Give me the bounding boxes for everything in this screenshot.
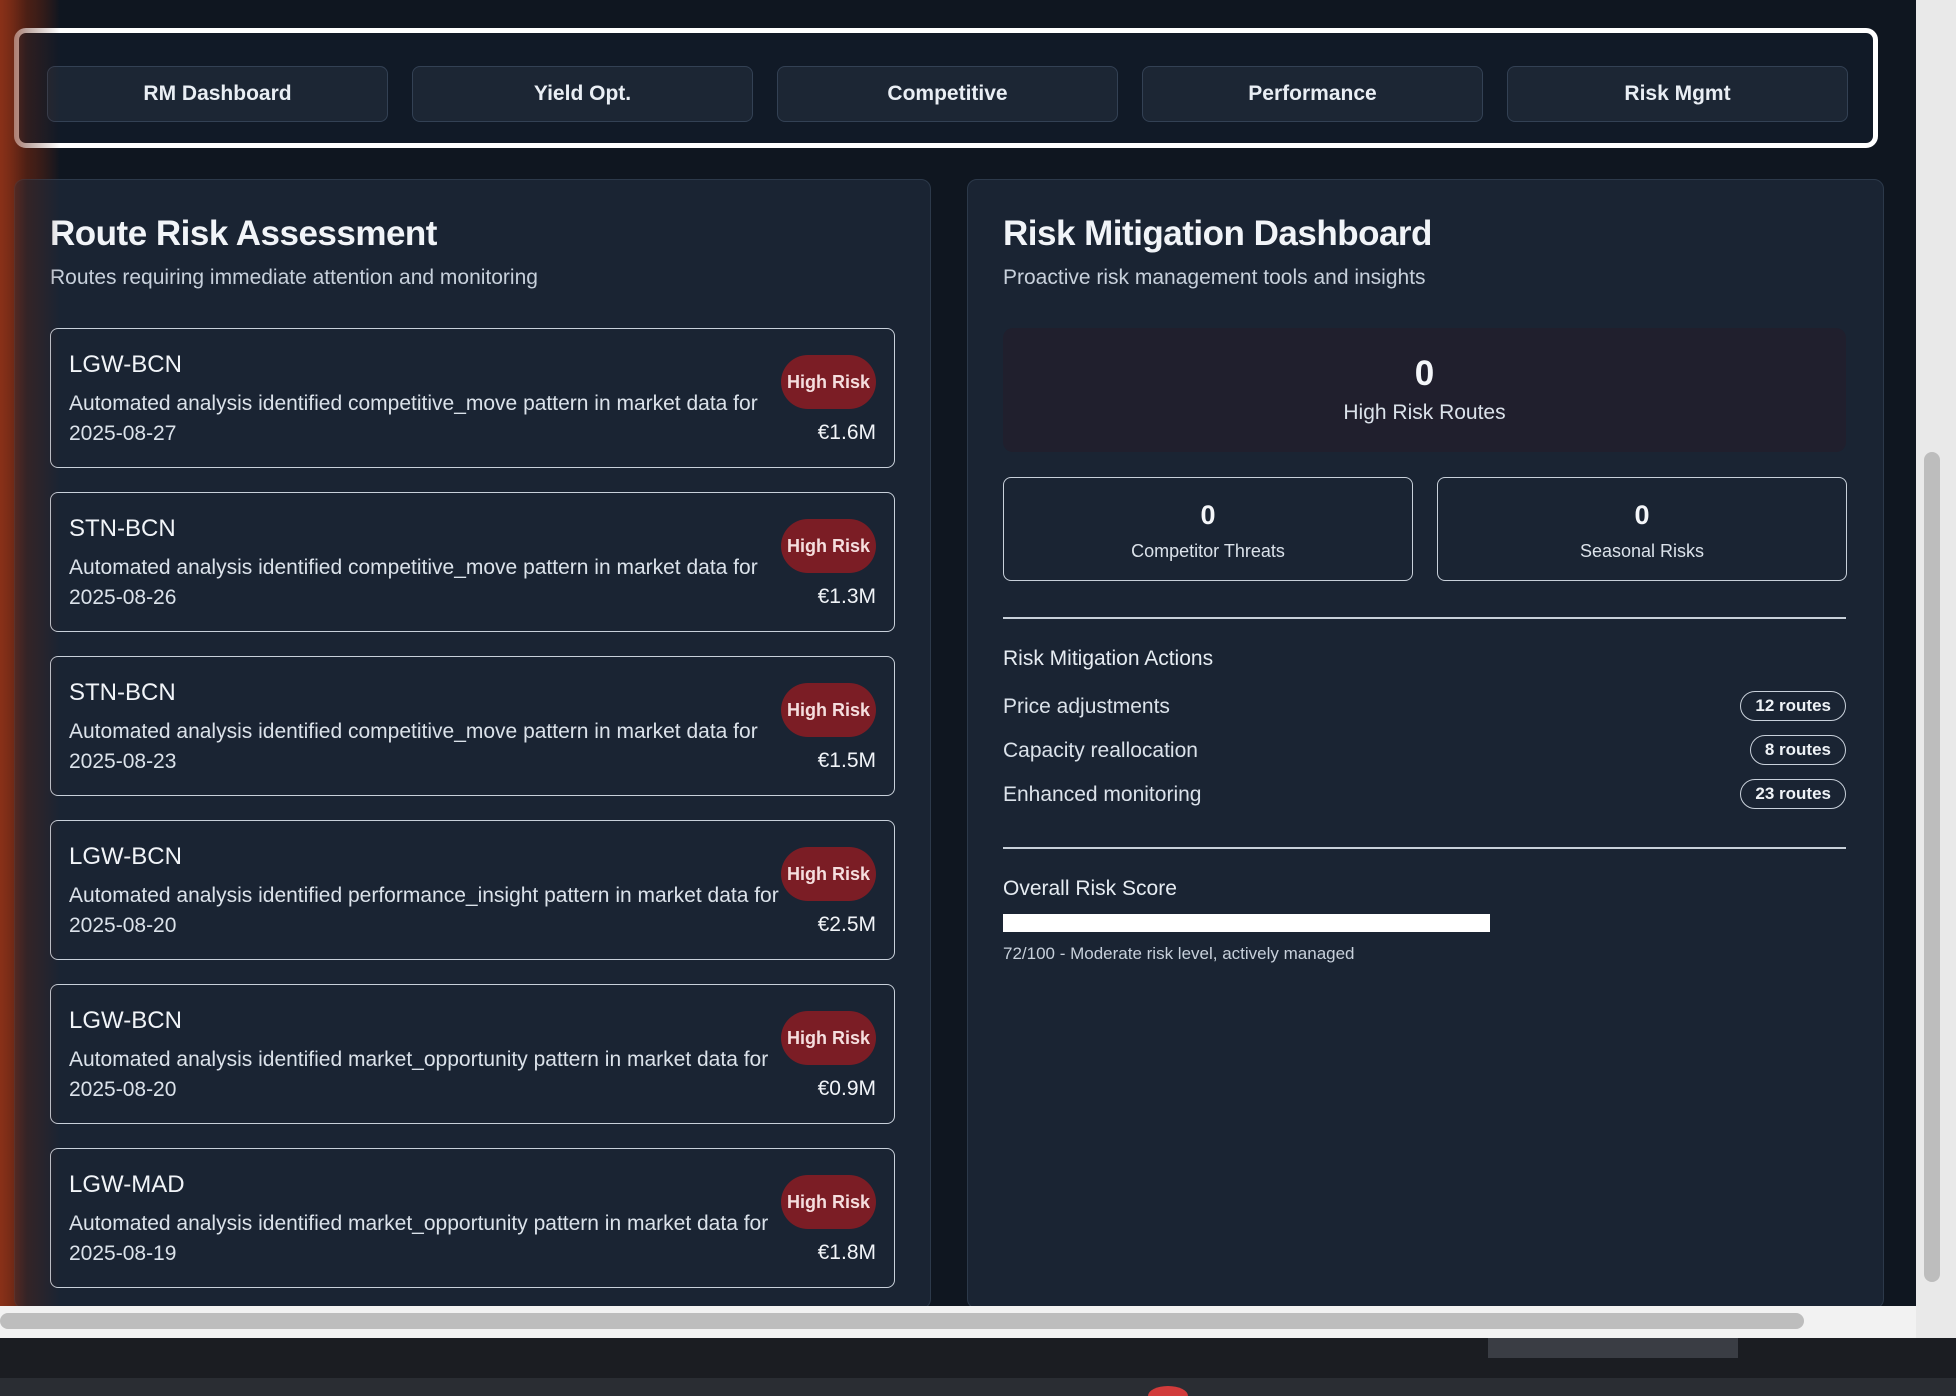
risk-score-fill [1003,914,1491,932]
route-code: LGW-BCN [69,1007,182,1034]
risk-card[interactable]: LGW-BCN Automated analysis identified ma… [50,984,895,1124]
high-risk-badge: High Risk [781,847,876,901]
high-risk-badge: High Risk [781,683,876,737]
tab-risk-mgmt[interactable]: Risk Mgmt [1507,66,1848,122]
risk-description: Automated analysis identified competitiv… [69,720,758,773]
tab-competitive[interactable]: Competitive [777,66,1118,122]
action-label: Enhanced monitoring [1003,783,1202,806]
high-risk-badge: High Risk [781,1011,876,1065]
risk-description: Automated analysis identified competitiv… [69,556,758,609]
risk-card[interactable]: LGW-BCN Automated analysis identified pe… [50,820,895,960]
tab-performance[interactable]: Performance [1142,66,1483,122]
competitor-threats-stat: 0 Competitor Threats [1003,477,1413,581]
revenue-at-risk: €1.6M [817,421,876,444]
competitor-threats-label: Competitor Threats [1131,541,1285,561]
background-window [1488,1338,1738,1358]
risk-card[interactable]: LGW-MAD Automated analysis identified ma… [50,1148,895,1288]
risk-description: Automated analysis identified market_opp… [69,1212,769,1265]
panel-title: Risk Mitigation Dashboard [1003,214,1432,253]
revenue-at-risk: €1.5M [817,749,876,772]
route-risk-panel: Route Risk Assessment Routes requiring i… [14,179,931,1309]
route-code: STN-BCN [69,515,176,542]
route-count-badge: 12 routes [1740,691,1846,721]
route-code: LGW-BCN [69,351,182,378]
risk-card[interactable]: STN-BCN Automated analysis identified co… [50,656,895,796]
panel-subtitle: Proactive risk management tools and insi… [1003,266,1426,289]
risk-description: Automated analysis identified performanc… [69,884,779,937]
seasonal-risks-stat: 0 Seasonal Risks [1437,477,1847,581]
high-risk-routes-label: High Risk Routes [1343,401,1506,424]
action-row-enhanced-monitoring: Enhanced monitoring 23 routes [1003,779,1846,813]
tab-rm-dashboard[interactable]: RM Dashboard [47,66,388,122]
revenue-at-risk: €2.5M [817,913,876,936]
revenue-at-risk: €0.9M [817,1077,876,1100]
section-divider [1003,617,1846,619]
app-window: RM Dashboard Yield Opt. Competitive Perf… [0,0,1956,1396]
tab-bar: RM Dashboard Yield Opt. Competitive Perf… [14,28,1878,148]
action-label: Price adjustments [1003,695,1170,718]
route-count-badge: 8 routes [1749,735,1846,765]
risk-description: Automated analysis identified competitiv… [69,392,758,445]
tab-yield-opt[interactable]: Yield Opt. [412,66,753,122]
section-divider [1003,847,1846,849]
high-risk-routes-value: 0 [1414,354,1435,393]
action-label: Capacity reallocation [1003,739,1198,762]
route-code: STN-BCN [69,679,176,706]
panel-title: Route Risk Assessment [50,214,437,253]
revenue-at-risk: €1.8M [817,1241,876,1264]
dock-strip [0,1378,1956,1396]
seasonal-risks-value: 0 [1634,500,1650,530]
risk-mitigation-panel: Risk Mitigation Dashboard Proactive risk… [967,179,1884,1309]
high-risk-routes-stat: 0 High Risk Routes [1003,328,1846,452]
action-row-price-adjustments: Price adjustments 12 routes [1003,691,1846,725]
high-risk-badge: High Risk [781,355,876,409]
revenue-at-risk: €1.3M [817,585,876,608]
high-risk-badge: High Risk [781,1175,876,1229]
risk-score-heading: Overall Risk Score [1003,877,1177,900]
risk-score-note: 72/100 - Moderate risk level, actively m… [1003,944,1355,963]
route-count-badge: 23 routes [1740,779,1846,809]
risk-description: Automated analysis identified market_opp… [69,1048,769,1101]
route-code: LGW-MAD [69,1171,185,1198]
panel-subtitle: Routes requiring immediate attention and… [50,266,538,289]
route-code: LGW-BCN [69,843,182,870]
vertical-scroll-thumb[interactable] [1924,452,1940,1282]
risk-card[interactable]: LGW-BCN Automated analysis identified co… [50,328,895,468]
high-risk-badge: High Risk [781,519,876,573]
risk-card[interactable]: STN-BCN Automated analysis identified co… [50,492,895,632]
actions-heading: Risk Mitigation Actions [1003,647,1214,670]
horizontal-scroll-thumb[interactable] [0,1313,1804,1329]
seasonal-risks-label: Seasonal Risks [1579,541,1705,561]
competitor-threats-value: 0 [1200,500,1216,530]
risk-score-bar [1003,914,1846,932]
action-row-capacity-reallocation: Capacity reallocation 8 routes [1003,735,1846,769]
